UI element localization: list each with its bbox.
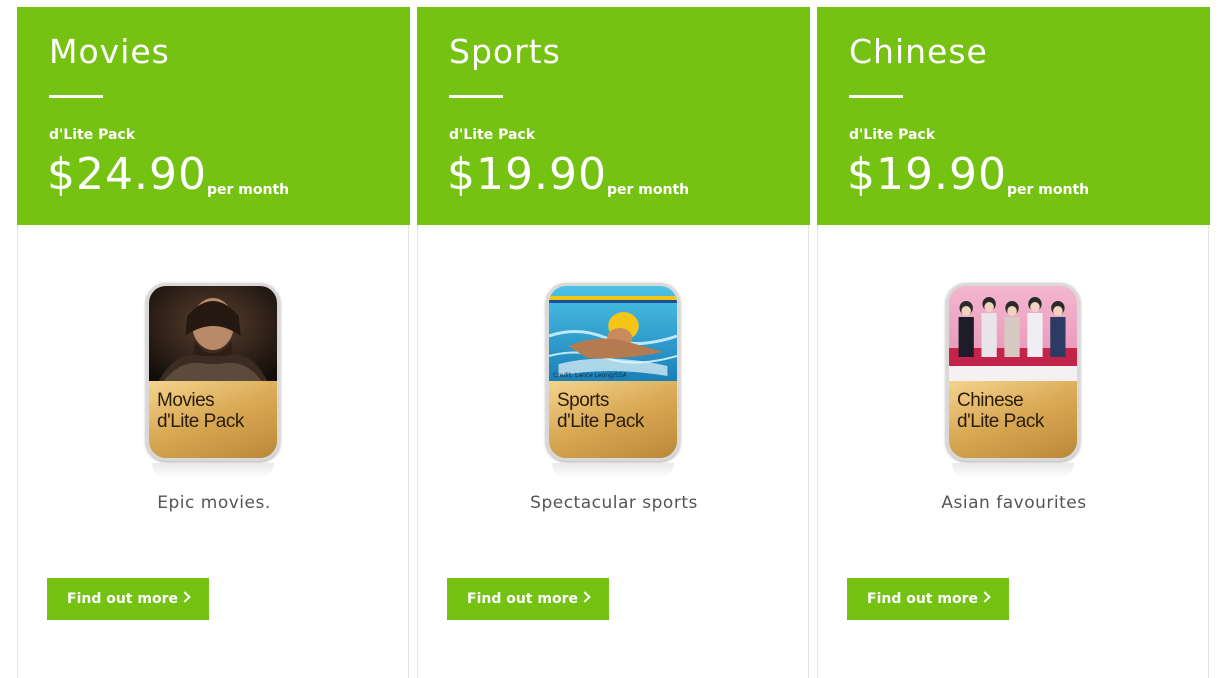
title-divider [849,95,903,98]
chevron-right-icon [979,591,991,603]
sports-artwork [549,286,677,381]
price: $24.90 [47,149,207,200]
card-description: Epic movies. [157,493,271,513]
card-header: Chinese d'Lite Pack $19.90 per month [817,7,1210,225]
pack-tile: Chinese d'Lite Pack [946,283,1080,461]
pack-label: d'Lite Pack [49,127,136,143]
tile-label: Sports d'Lite Pack [557,390,644,432]
pack-tile: Movies d'Lite Pack [146,283,280,461]
card-description: Spectacular sports [530,493,698,513]
card-header: Sports d'Lite Pack $19.90 per month [417,7,810,225]
chevron-right-icon [179,591,191,603]
chinese-pack-icon: Chinese d'Lite Pack [946,283,1082,483]
card-header: Movies d'Lite Pack $24.90 per month [17,7,410,225]
tile-label: Movies d'Lite Pack [157,390,244,432]
find-out-more-button[interactable]: Find out more [447,578,609,620]
price-period: per month [207,182,290,198]
title-divider [449,95,503,98]
photo-credit: Credit: Lance Leong/SSA [553,372,627,379]
sports-pack-icon: Credit: Lance Leong/SSA Sports d'Lite Pa… [546,283,682,483]
pack-card-sports: Sports d'Lite Pack $19.90 per month Cred… [417,7,810,678]
pack-label: d'Lite Pack [449,127,536,143]
pack-label: d'Lite Pack [849,127,936,143]
tile-label: Chinese d'Lite Pack [957,390,1044,432]
movies-artwork [149,286,277,381]
pack-tile: Credit: Lance Leong/SSA Sports d'Lite Pa… [546,283,680,461]
movies-pack-icon: Movies d'Lite Pack [146,283,282,483]
pack-card-chinese: Chinese d'Lite Pack $19.90 per month Chi… [817,7,1210,678]
find-out-more-button[interactable]: Find out more [847,578,1009,620]
find-out-more-button[interactable]: Find out more [47,578,209,620]
chevron-right-icon [579,591,591,603]
card-title: Movies [49,32,170,71]
pack-card-movies: Movies d'Lite Pack $24.90 per month Movi… [17,7,410,678]
price-period: per month [1007,182,1090,198]
card-title: Sports [449,32,561,71]
price: $19.90 [447,149,607,200]
card-description: Asian favourites [941,493,1087,513]
chinese-artwork [949,286,1077,381]
title-divider [49,95,103,98]
price: $19.90 [847,149,1007,200]
price-period: per month [607,182,690,198]
card-title: Chinese [849,32,988,71]
